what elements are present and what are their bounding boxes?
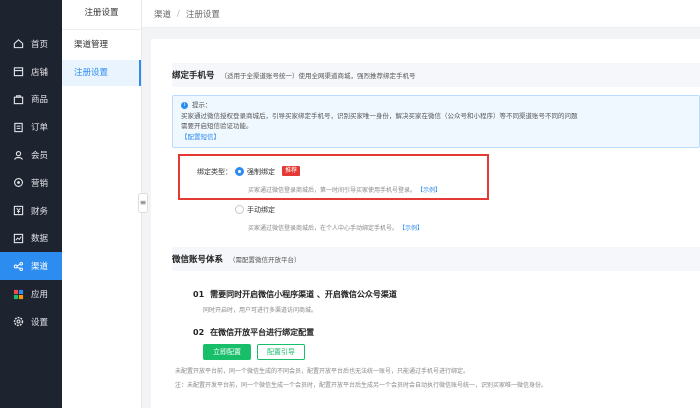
sidebar-item-apps[interactable]: 应用 bbox=[0, 280, 62, 308]
wechat-account-section-header: 微信账号体系 （需配置微信开放平台） bbox=[172, 252, 301, 266]
step-number: 01 bbox=[193, 290, 205, 299]
sub-sidebar-title: 注册设置 bbox=[62, 0, 141, 30]
main-content: 绑定手机号 （适用于全渠道账号统一）使用全网渠道商城，强烈推荐绑定手机号 i 提示… bbox=[151, 39, 700, 408]
sidebar-item-orders[interactable]: 订单 bbox=[0, 113, 62, 141]
bag-icon bbox=[13, 94, 24, 105]
menu-icon: ≡ bbox=[139, 198, 147, 207]
sidebar-item-label: 商品 bbox=[31, 95, 49, 106]
config-note: 未配置开放平台前，同一个微信生成的不同会员，配置开放平台后也无法统一账号，只能通… bbox=[175, 368, 470, 375]
example-link[interactable]: 【示例】 bbox=[402, 225, 423, 232]
sidebar-item-label: 应用 bbox=[31, 290, 49, 301]
apps-icon bbox=[13, 289, 24, 300]
section-hint: （适用于全渠道账号统一）使用全网渠道商城，强烈推荐绑定手机号 bbox=[220, 72, 416, 80]
notice-line: 需要开启短信验证功能。 bbox=[181, 122, 253, 130]
finance-icon bbox=[13, 205, 24, 216]
user-icon bbox=[13, 150, 24, 161]
section-hint: （需配置微信开放平台） bbox=[229, 256, 301, 264]
notice-box: i 提示： 买家通过微信授权登录商城后，引导买家绑定手机号，识别买家唯一身份，解决… bbox=[172, 95, 700, 148]
sidebar-item-label: 会员 bbox=[31, 151, 49, 162]
option-desc: 买家通过微信登录商城后，在个人中心手动绑定手机号。 【示例】 bbox=[248, 223, 423, 232]
sidebar-item-store[interactable]: 店铺 bbox=[0, 58, 62, 86]
sidebar-item-label: 营销 bbox=[31, 178, 49, 189]
order-icon bbox=[13, 122, 24, 133]
notice-title: 提示： bbox=[192, 101, 212, 109]
sidebar-item-label: 数据 bbox=[31, 234, 49, 245]
step-note: 同时开启时，用户可进行多渠道访问商城。 bbox=[203, 307, 318, 314]
step-1: 01 需要同时开启微信小程序渠道 、开启微信公众号渠道 bbox=[193, 289, 397, 300]
sidebar-item-data[interactable]: 数据 bbox=[0, 225, 62, 253]
radio-forced-bind[interactable] bbox=[235, 167, 244, 176]
breadcrumb-item-channel[interactable]: 渠道 bbox=[154, 8, 171, 20]
home-icon bbox=[13, 38, 24, 49]
sidebar-item-home[interactable]: 首页 bbox=[0, 30, 62, 58]
marketing-icon bbox=[13, 177, 24, 188]
step-title: 需要同时开启微信小程序渠道 、开启微信公众号渠道 bbox=[210, 290, 397, 299]
sub-sidebar: 注册设置 渠道管理 注册设置 bbox=[62, 0, 142, 408]
breadcrumb-separator: / bbox=[177, 8, 180, 19]
breadcrumb-item-current: 注册设置 bbox=[185, 9, 220, 20]
breadcrumb: 渠道 / 注册设置 bbox=[142, 0, 700, 28]
option-forced-bind-label[interactable]: 强制绑定 bbox=[247, 167, 275, 177]
sidebar-item-settings[interactable]: 设置 bbox=[0, 308, 62, 336]
option-desc-text: 买家通过微信登录商城后，第一时间引导买家使用手机号登录。 bbox=[248, 187, 417, 194]
step-number: 02 bbox=[193, 328, 205, 337]
sidebar-item-channel[interactable]: 渠道 bbox=[0, 252, 62, 281]
config-sms-link[interactable]: 【配置短信】 bbox=[181, 132, 691, 143]
sidebar-item-marketing[interactable]: 营销 bbox=[0, 169, 62, 197]
sidebar-item-label: 渠道 bbox=[31, 262, 49, 273]
sub-item-register-settings[interactable]: 注册设置 bbox=[62, 60, 141, 86]
option-desc-text: 买家通过微信登录商城后，在个人中心手动绑定手机号。 bbox=[248, 225, 399, 232]
step-2: 02 在微信开放平台进行绑定配置 bbox=[193, 327, 314, 338]
info-icon: i bbox=[181, 101, 188, 109]
store-icon bbox=[13, 66, 24, 77]
gear-icon bbox=[13, 316, 24, 327]
main-sidebar: 首页 店铺 商品 订单 会员 营销 财务 数据 渠道 应用 设置 bbox=[0, 0, 62, 408]
option-desc: 买家通过微信登录商城后，第一时间引导买家使用手机号登录。 【示例】 bbox=[248, 185, 441, 194]
option-manual-bind-label[interactable]: 手动绑定 bbox=[247, 205, 275, 215]
collapse-sidebar-toggle[interactable]: ≡ bbox=[138, 193, 148, 213]
channel-icon bbox=[13, 261, 24, 272]
sidebar-item-label: 财务 bbox=[31, 206, 49, 217]
configure-guide-button[interactable]: 配置引导 bbox=[257, 344, 305, 360]
example-link[interactable]: 【示例】 bbox=[420, 187, 441, 194]
sidebar-item-label: 订单 bbox=[31, 123, 49, 134]
sidebar-item-label: 首页 bbox=[31, 39, 49, 50]
config-note: 注：未配置开发平台前，同一个微信生成一个会员时，配置开放平台后生成另一个会员时会… bbox=[175, 382, 548, 389]
radio-manual-bind[interactable] bbox=[235, 205, 244, 214]
sidebar-item-goods[interactable]: 商品 bbox=[0, 86, 62, 114]
step-title: 在微信开放平台进行绑定配置 bbox=[210, 328, 315, 337]
chart-icon bbox=[13, 233, 24, 244]
sidebar-item-members[interactable]: 会员 bbox=[0, 141, 62, 169]
section-title: 绑定手机号 bbox=[172, 71, 215, 81]
logo-area bbox=[0, 0, 62, 30]
sidebar-item-label: 店铺 bbox=[31, 67, 49, 78]
notice-line: 买家通过微信授权登录商城后，引导买家绑定手机号，识别买家唯一身份，解决买家在微信… bbox=[181, 111, 578, 120]
sidebar-item-finance[interactable]: 财务 bbox=[0, 197, 62, 225]
sub-item-channel-management[interactable]: 渠道管理 bbox=[62, 32, 141, 58]
sidebar-item-label: 设置 bbox=[31, 317, 49, 328]
configure-now-button[interactable]: 立即配置 bbox=[203, 344, 251, 360]
section-title: 微信账号体系 bbox=[172, 255, 224, 265]
recommend-tag: 推荐 bbox=[282, 166, 301, 176]
bind-phone-section-header: 绑定手机号 （适用于全渠道账号统一）使用全网渠道商城，强烈推荐绑定手机号 bbox=[172, 68, 416, 82]
bind-type-label: 绑定类型： bbox=[197, 168, 232, 176]
